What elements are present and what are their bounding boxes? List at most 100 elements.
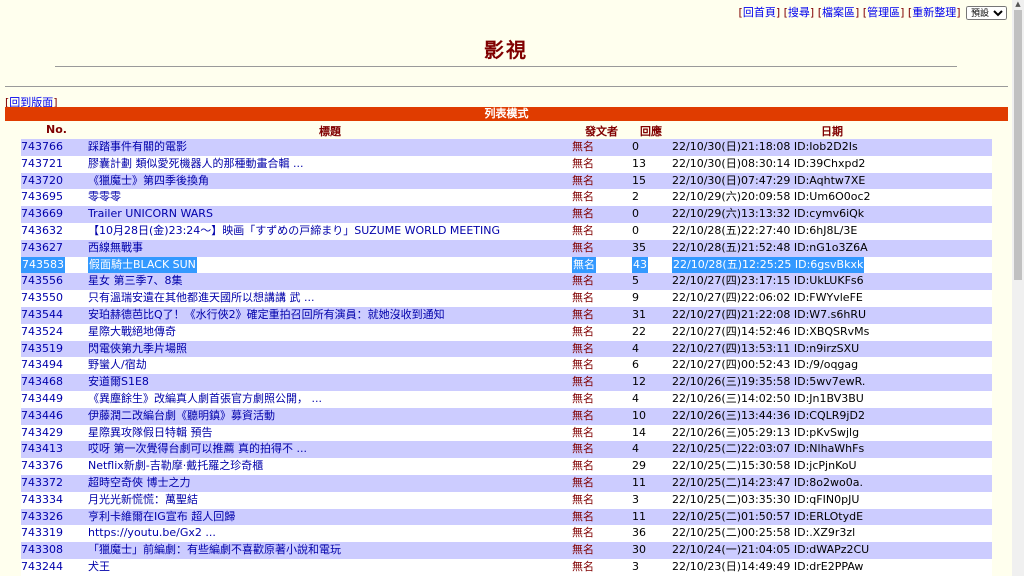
row-title-link[interactable]: 超時空奇俠 博士之力 <box>88 475 191 492</box>
row-reply-count: 4 <box>632 442 639 456</box>
row-number-link[interactable]: 743429 <box>21 425 63 442</box>
row-date: 22/10/25(二)14:23:47 ID:8o2wo0a. <box>672 475 863 489</box>
row-author: 無名 <box>572 492 594 506</box>
row-author: 無名 <box>572 307 594 321</box>
row-number-link[interactable]: 743326 <box>21 509 63 526</box>
scrollbar[interactable]: ▲ <box>1012 0 1024 576</box>
row-number-link[interactable]: 743632 <box>21 223 63 240</box>
row-number-link[interactable]: 743319 <box>21 525 63 542</box>
row-number-link[interactable]: 743583 <box>21 256 65 274</box>
row-author: 無名 <box>572 256 596 274</box>
row-author: 無名 <box>572 156 594 170</box>
search-link[interactable]: 搜尋 <box>788 6 810 19</box>
table-row: 743544 安珀赫德芭比Q了！《水行俠2》確定重拍召回所有演員：就她沒收到通知 無… <box>21 306 992 324</box>
row-reply-count: 13 <box>632 156 646 170</box>
row-reply-count: 5 <box>632 274 639 288</box>
row-title-link[interactable]: 膠囊計劃 類似愛死機器人的那種動畫合輯 ... <box>88 156 303 173</box>
row-date: 22/10/28(五)21:52:48 ID:nG1o3Z6A <box>672 240 868 254</box>
row-number-link[interactable]: 743669 <box>21 206 63 223</box>
row-title-link[interactable]: Trailer UNICORN WARS <box>88 206 213 223</box>
row-date: 22/10/25(二)00:25:58 ID:.XZ9r3zl <box>672 526 856 540</box>
row-title-link[interactable]: 閃電俠第九季片場照 <box>88 341 187 358</box>
row-title-link[interactable]: 星際大戰絕地傳奇 <box>88 324 176 341</box>
row-number-link[interactable]: 743376 <box>21 458 63 475</box>
row-title-link[interactable]: Netflix新劇-吉勒摩·戴托羅之珍奇櫃 <box>88 458 263 475</box>
header-author: 發文者 <box>585 125 618 138</box>
scroll-up-icon[interactable]: ▲ <box>1014 0 1022 8</box>
row-title-link[interactable]: 安珀赫德芭比Q了！《水行俠2》確定重拍召回所有演員：就她沒收到通知 <box>88 307 445 324</box>
row-number-link[interactable]: 743413 <box>21 441 63 458</box>
row-author: 無名 <box>572 543 594 557</box>
row-number-link[interactable]: 743524 <box>21 324 63 341</box>
row-number-link[interactable]: 743695 <box>21 189 63 206</box>
row-number-link[interactable]: 743544 <box>21 307 63 324</box>
title-divider <box>55 66 957 67</box>
row-title-link[interactable]: 月光光新慌慌：萬聖結 <box>88 492 198 509</box>
row-reply-count: 31 <box>632 307 646 321</box>
row-number-link[interactable]: 743627 <box>21 240 63 257</box>
row-date: 22/10/27(四)13:53:11 ID:n9irzSXU <box>672 341 860 355</box>
row-title-link[interactable]: 安道爾S1E8 <box>88 374 149 391</box>
table-row: 743308 「獵魔士」前編劇：有些編劇不喜歡原著小說和電玩 無名 30 22/10/2… <box>21 542 992 559</box>
row-number-link[interactable]: 743308 <box>21 542 63 559</box>
row-number-link[interactable]: 743372 <box>21 475 63 492</box>
refresh-link[interactable]: 重新整理 <box>912 6 956 19</box>
files-link[interactable]: 檔案區 <box>822 6 855 19</box>
row-number-link[interactable]: 743519 <box>21 341 63 358</box>
row-title-link[interactable]: 星女 第三季7、8集 <box>88 273 183 290</box>
home-link[interactable]: 回首頁 <box>743 6 776 19</box>
row-title-link[interactable]: 犬王 <box>88 559 110 576</box>
row-title-link[interactable]: 【10月28日(金)23:24～】映画「すずめの戸締まり」SUZUME WORL… <box>88 223 500 240</box>
table-row: 743446 伊藤潤二改編台劇《聽明鎮》募資活動 無名 10 22/10/26(三)13… <box>21 407 992 425</box>
row-number-link[interactable]: 743550 <box>21 290 63 307</box>
row-number-link[interactable]: 743334 <box>21 492 63 509</box>
row-author: 無名 <box>572 223 594 237</box>
row-title-link[interactable]: 星際異攻隊假日特輯 預告 <box>88 425 213 442</box>
row-date: 22/10/29(六)20:09:58 ID:Um6O0oc2 <box>672 190 871 204</box>
row-title-link[interactable]: 亨利卡維爾在IG宣布 超人回歸 <box>88 509 235 526</box>
row-title-link[interactable]: 零零零 <box>88 189 121 206</box>
row-number-link[interactable]: 743721 <box>21 156 63 173</box>
scroll-thumb[interactable] <box>1014 10 1022 280</box>
row-title-link[interactable]: 《獵魔士》第四季後換角 <box>88 173 209 190</box>
row-number-link[interactable]: 743494 <box>21 357 63 374</box>
row-title-link[interactable]: 野蠻人/宿劫 <box>88 357 147 374</box>
row-author: 無名 <box>572 509 594 523</box>
row-date: 22/10/29(六)13:13:32 ID:cymv6iQk <box>672 207 865 221</box>
row-number-link[interactable]: 743446 <box>21 408 63 425</box>
row-title-link[interactable]: 伊藤潤二改編台劇《聽明鎮》募資活動 <box>88 408 275 425</box>
table-row: 743449 《異塵餘生》改編真人劇首張官方劇照公開， ... 無名 4 22/10/2… <box>21 390 992 408</box>
row-title-link[interactable]: 只有溫瑞安遺在其他都進天國所以想講講 武 ... <box>88 290 314 307</box>
content-divider <box>5 86 1008 87</box>
row-number-link[interactable]: 743766 <box>21 139 63 156</box>
row-date: 22/10/27(四)00:52:43 ID:/9/oqgag <box>672 358 859 372</box>
row-number-link[interactable]: 743468 <box>21 374 63 391</box>
row-date: 22/10/27(四)14:52:46 ID:XBQSRvMs <box>672 324 870 338</box>
row-reply-count: 15 <box>632 173 646 187</box>
row-reply-count: 0 <box>632 207 639 221</box>
row-author: 無名 <box>572 274 594 288</box>
row-title-link[interactable]: 哎呀 第一次覺得台劇可以推薦 真的拍得不 ... <box>88 441 307 458</box>
row-author: 無名 <box>572 291 594 305</box>
row-title-link[interactable]: 假面騎士BLACK SUN <box>88 256 197 274</box>
row-number-link[interactable]: 743556 <box>21 273 63 290</box>
row-date: 22/10/26(三)13:44:36 ID:CQLR9jD2 <box>672 408 865 422</box>
row-number-link[interactable]: 743720 <box>21 173 63 190</box>
table-row: 743721 膠囊計劃 類似愛死機器人的那種動畫合輯 ... 無名 13 22/10/3… <box>21 155 992 173</box>
admin-link[interactable]: 管理區 <box>867 6 900 19</box>
row-title-link[interactable]: 《異塵餘生》改編真人劇首張官方劇照公開， ... <box>88 391 322 408</box>
row-date: 22/10/30(日)21:18:08 ID:Iob2D2Is <box>672 140 858 153</box>
row-title-link[interactable]: https://youtu.be/Gx2 ... <box>88 525 216 542</box>
row-author: 無名 <box>572 341 594 355</box>
row-title-link[interactable]: 踩踏事件有關的電影 <box>88 139 187 156</box>
row-author: 無名 <box>572 442 594 456</box>
table-row: 743556 星女 第三季7、8集 無名 5 22/10/27(四)23:17:15 I… <box>21 273 992 291</box>
thread-list: 743766 踩踏事件有關的電影無名 0 22/10/30(日)21:18:08 ID… <box>21 139 992 576</box>
row-title-link[interactable]: 西線無戰事 <box>88 240 143 257</box>
row-author: 無名 <box>572 324 594 338</box>
row-number-link[interactable]: 743449 <box>21 391 63 408</box>
row-title-link[interactable]: 「獵魔士」前編劇：有些編劇不喜歡原著小說和電玩 <box>88 542 341 559</box>
style-select[interactable]: 預設 <box>966 6 1007 20</box>
table-row: 743413 哎呀 第一次覺得台劇可以推薦 真的拍得不 ... 無名 4 22/10/2… <box>21 441 992 459</box>
row-number-link[interactable]: 743244 <box>21 559 63 576</box>
